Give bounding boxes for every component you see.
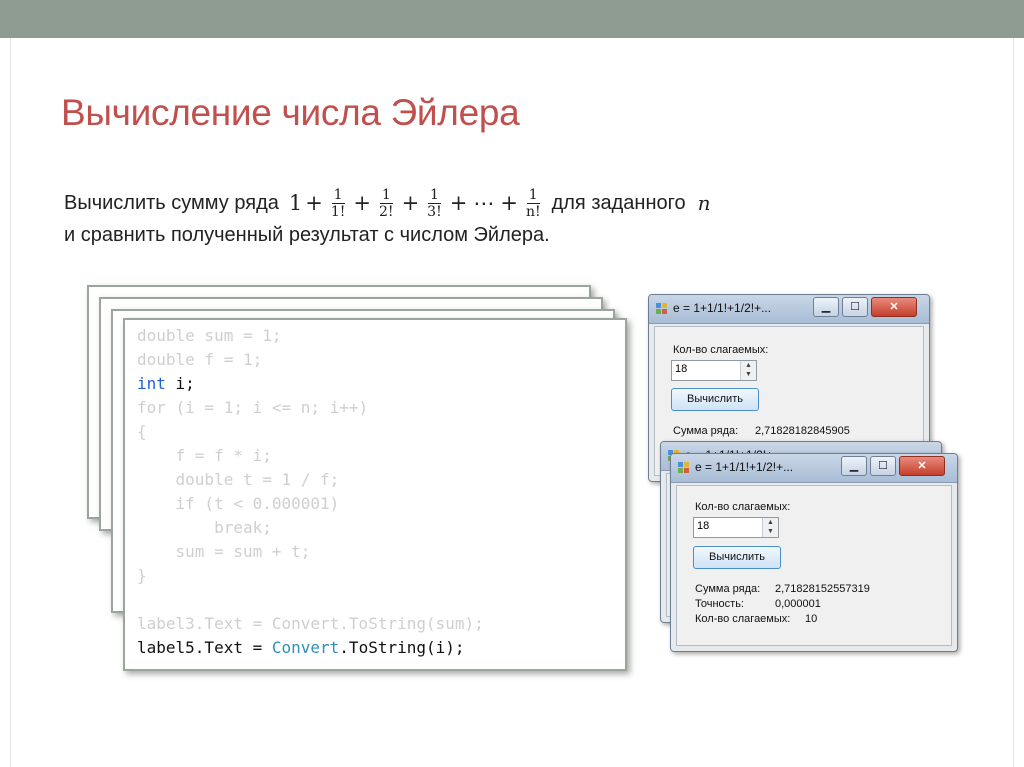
window-titlebar[interactable]: e = 1+1/1!+1/2!+... ▁ ☐ ✕ — [671, 454, 957, 483]
formula-plus: + — [500, 191, 518, 215]
calculate-button[interactable]: Вычислить — [693, 546, 781, 569]
task-suffix: для заданного — [551, 191, 686, 214]
code-line: f = f * i; — [137, 446, 272, 465]
formula-fraction: 1 n! — [524, 187, 543, 220]
code-line: double sum = 1; — [137, 326, 282, 345]
formula-one: 1 — [288, 191, 303, 215]
fraction-numerator: 1 — [526, 186, 540, 204]
code-line: label3.Text = Convert.ToString(sum); — [137, 614, 484, 633]
spinner-arrows[interactable]: ▲ ▼ — [762, 518, 778, 537]
code-keyword: int — [137, 374, 166, 393]
window-title: e = 1+1/1!+1/2!+... — [673, 301, 772, 315]
fraction-denominator: 1! — [330, 203, 346, 220]
task-line-2: и сравнить полученный результат с числом… — [64, 224, 550, 246]
code-line: for (i = 1; i <= n; i++) — [137, 398, 369, 417]
fraction-denominator: 2! — [379, 203, 394, 220]
app-window-3: e = 1+1/1!+1/2!+... ▁ ☐ ✕ Кол-во слагаем… — [670, 453, 958, 652]
minimize-button[interactable]: ▁ — [813, 297, 839, 317]
fraction-denominator: n! — [525, 203, 541, 220]
formula-plus: + — [449, 191, 468, 215]
fraction-denominator: 3! — [427, 203, 442, 220]
task-prefix: Вычислить сумму ряда — [64, 191, 279, 214]
count-value: 18 — [675, 363, 688, 375]
count-value: 18 — [697, 520, 710, 532]
window-client-area: Кол-во слагаемых: 18 ▲ ▼ Вычислить Сумма … — [676, 485, 952, 646]
formula-plus: + — [353, 191, 372, 215]
code-text: label5.Text = — [137, 638, 272, 657]
code-line: label5.Text = Convert.ToString(i); — [137, 636, 484, 660]
app-icon — [656, 303, 668, 315]
code-line: int i; — [137, 372, 484, 396]
fraction-numerator: 1 — [379, 186, 393, 204]
terms-label: Кол-во слагаемых: — [695, 613, 791, 625]
code-line: double t = 1 / f; — [137, 470, 340, 489]
count-spinner[interactable]: 18 ▲ ▼ — [693, 517, 779, 538]
formula-plus: + — [401, 191, 420, 215]
code-line: if (t < 0.000001) — [137, 494, 340, 513]
maximize-button[interactable]: ☐ — [842, 297, 868, 317]
window-titlebar[interactable]: e = 1+1/1!+1/2!+... ▁ ☐ ✕ — [649, 295, 929, 324]
code-card-front: double sum = 1; double f = 1; int i; for (i… — [123, 318, 627, 671]
count-label: Кол-во слагаемых: — [673, 344, 769, 356]
count-label: Кол-во слагаемых: — [695, 501, 791, 513]
formula-fraction: 1 2! — [377, 187, 396, 220]
sum-value: 2,71828152557319 — [775, 583, 870, 595]
accuracy-label: Точность: — [695, 598, 744, 610]
code-line: double f = 1; — [137, 350, 263, 369]
close-button[interactable]: ✕ — [899, 456, 945, 476]
sum-label: Сумма ряда: — [673, 425, 739, 437]
count-spinner[interactable]: 18 ▲ ▼ — [671, 360, 757, 381]
calculate-button[interactable]: Вычислить — [671, 388, 759, 411]
formula-plus: + — [305, 191, 323, 215]
terms-value: 10 — [805, 613, 818, 625]
sum-label: Сумма ряда: — [695, 583, 761, 595]
maximize-button[interactable]: ☐ — [870, 456, 896, 476]
series-formula: 1 + 1 1! + 1 2! + 1 3! + ⋯ + 1 n! — [289, 187, 546, 220]
app-icon — [678, 462, 690, 474]
fraction-numerator: 1 — [427, 186, 441, 204]
sum-value: 2,71828182845905 — [755, 425, 850, 437]
code-line: break; — [137, 518, 272, 537]
formula-fraction: 1 3! — [425, 187, 444, 220]
slide-right-border — [1013, 38, 1024, 767]
code-text: .ToString(i); — [339, 638, 465, 657]
formula-ellipsis: ⋯ — [473, 191, 495, 215]
code-line: sum = sum + t; — [137, 542, 311, 561]
spin-up-icon[interactable]: ▲ — [745, 362, 752, 369]
code-listing: double sum = 1; double f = 1; int i; for (i… — [137, 324, 484, 660]
task-line-1: Вычислить сумму ряда 1 + 1 1! + 1 2! + 1 3!… — [64, 183, 711, 223]
slide-top-bar — [0, 0, 1024, 38]
spin-down-icon[interactable]: ▼ — [767, 528, 774, 535]
code-line: } — [137, 566, 147, 585]
formula-fraction: 1 1! — [329, 187, 348, 220]
variable-n: n — [697, 191, 711, 215]
code-text: i; — [165, 374, 195, 393]
minimize-button[interactable]: ▁ — [841, 456, 867, 476]
code-class-name: Convert — [271, 638, 340, 657]
close-button[interactable]: ✕ — [871, 297, 917, 317]
spinner-arrows[interactable]: ▲ ▼ — [740, 361, 756, 380]
slide-left-border — [0, 38, 11, 767]
spin-down-icon[interactable]: ▼ — [745, 371, 752, 378]
slide-title: Вычисление числа Эйлера — [61, 92, 520, 133]
fraction-numerator: 1 — [331, 186, 345, 204]
window-title: e = 1+1/1!+1/2!+... — [695, 460, 794, 474]
code-line: { — [137, 422, 147, 441]
spin-up-icon[interactable]: ▲ — [767, 519, 774, 526]
accuracy-value: 0,000001 — [775, 598, 821, 610]
